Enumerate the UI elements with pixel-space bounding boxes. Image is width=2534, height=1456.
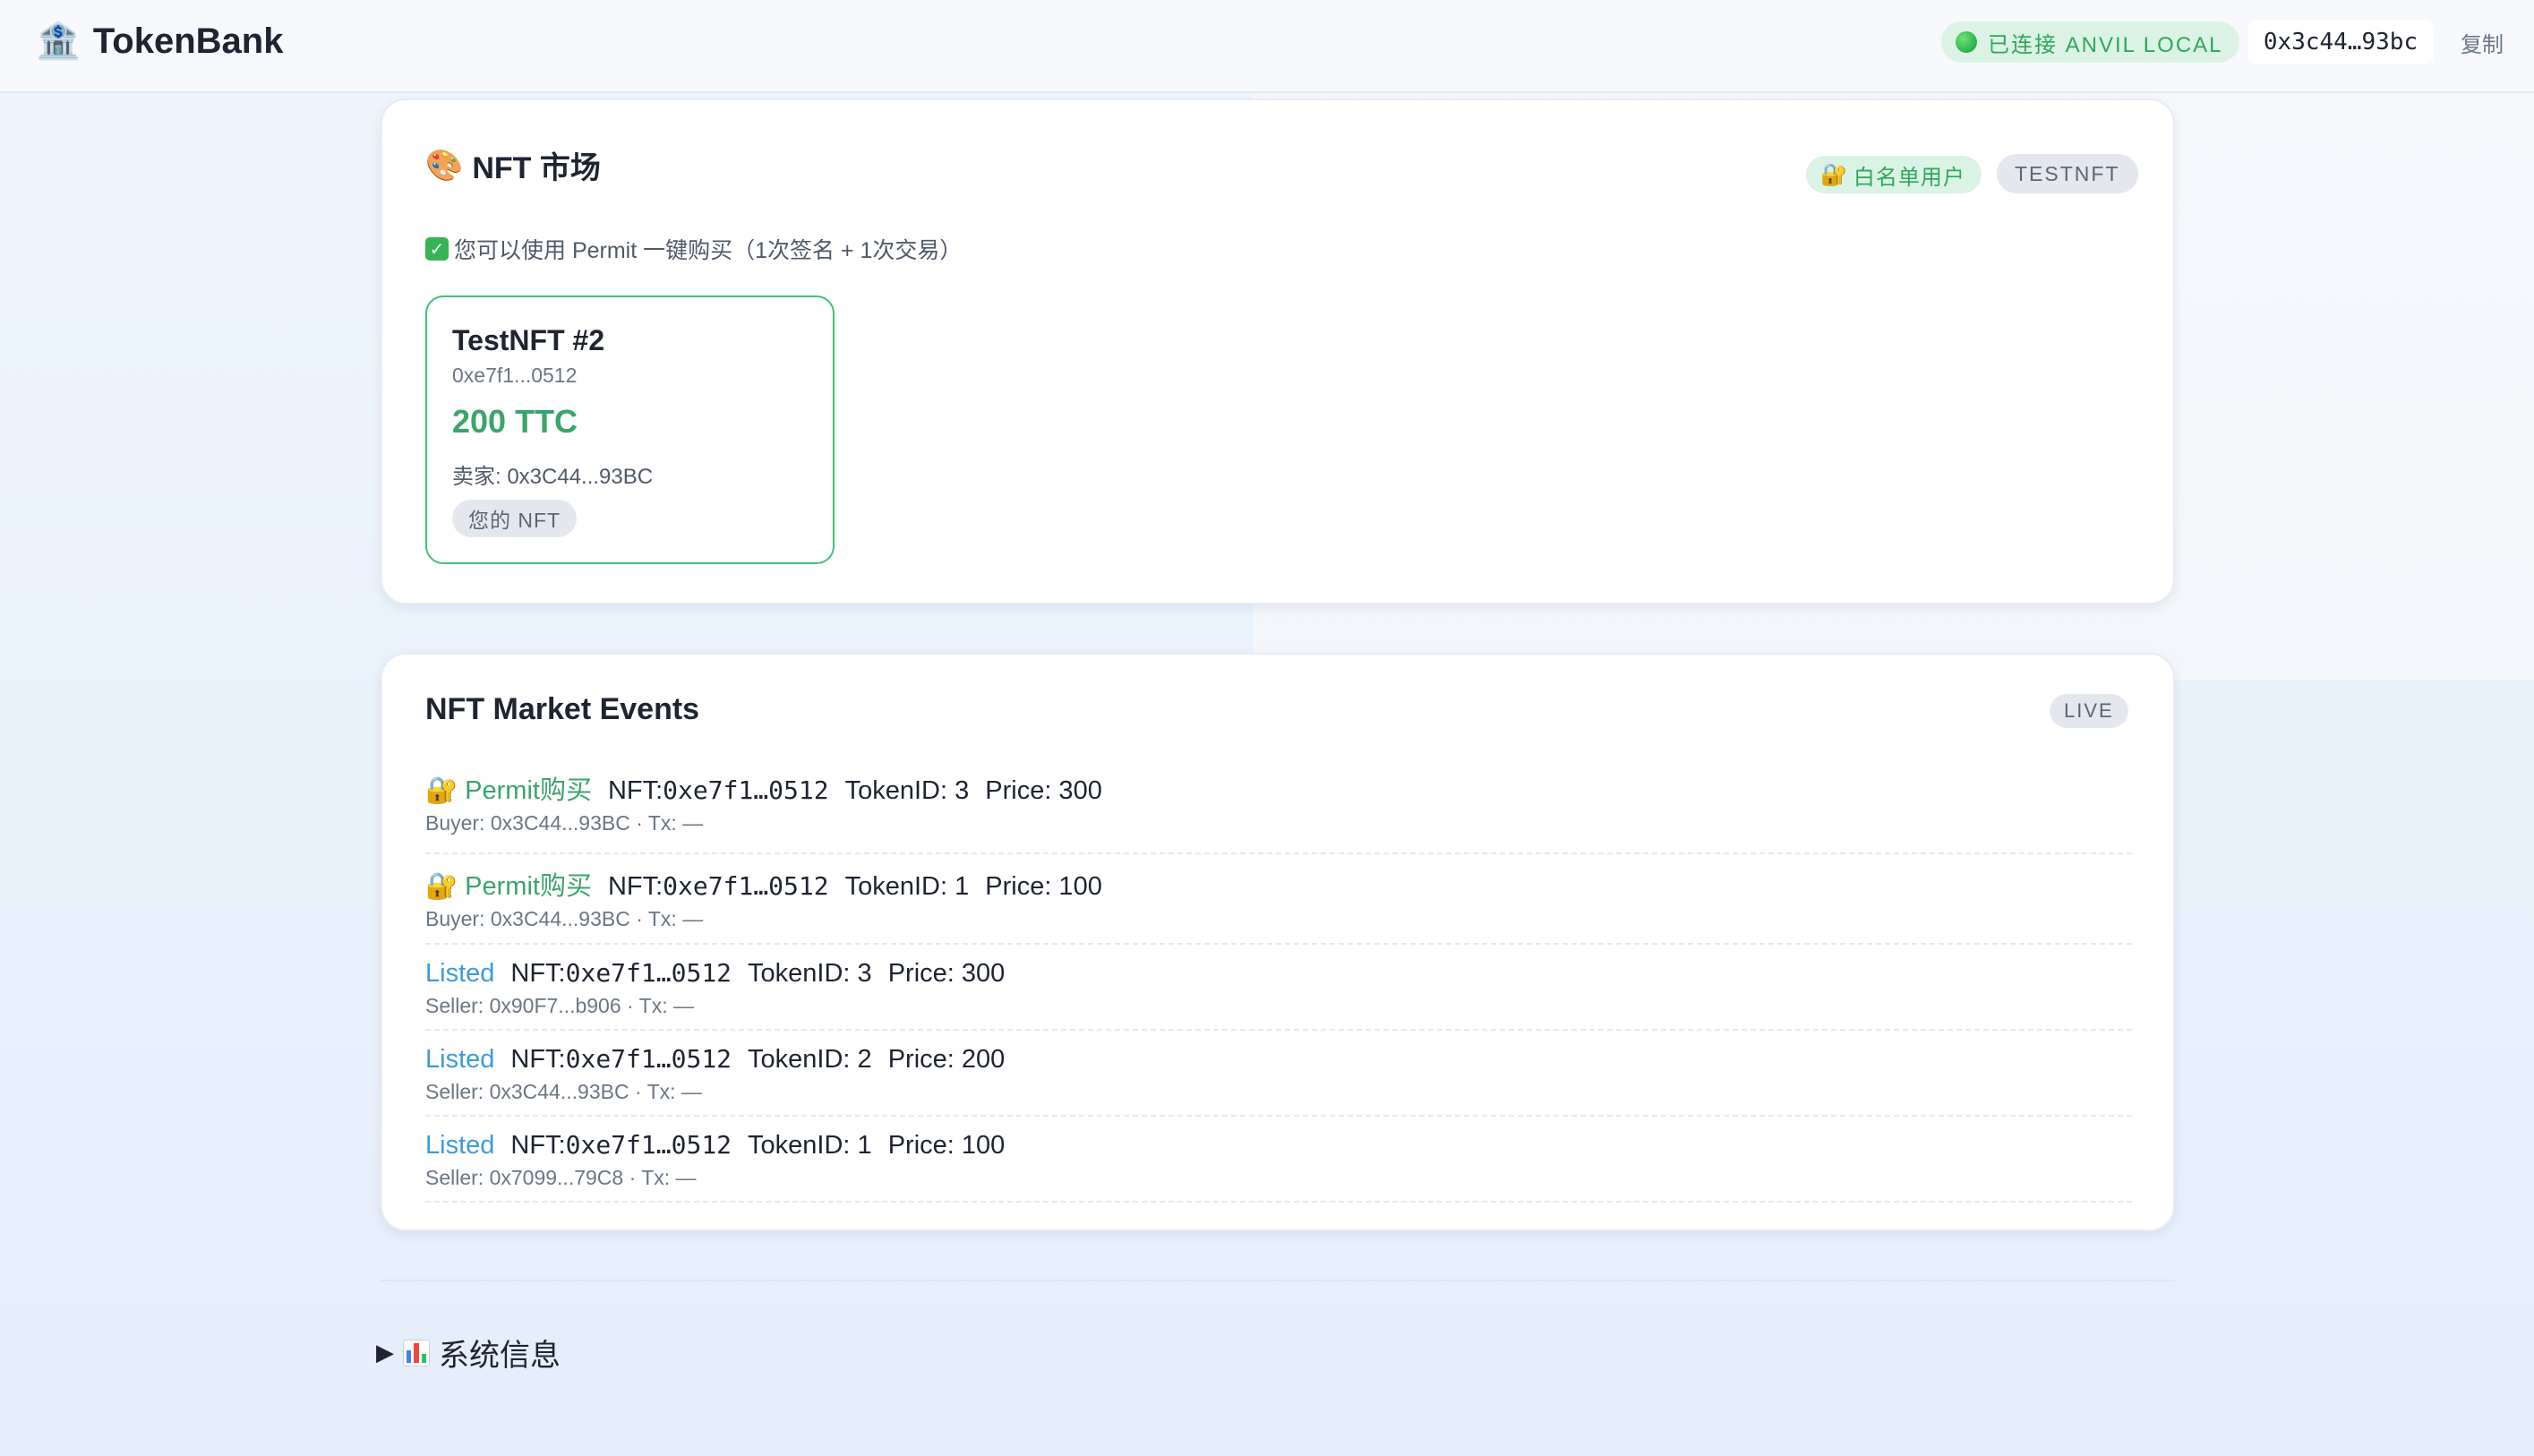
system-info-toggle[interactable]: ▶ 系统信息 <box>376 1331 561 1375</box>
whitelist-badge-text: 白名单用户 <box>1853 165 1965 190</box>
event-token: TokenID: 2 <box>748 1045 872 1074</box>
event-detail: Seller: 0x3C44...93BC · Tx: — <box>425 1080 702 1103</box>
event-nft-label: NFT: <box>510 1131 566 1160</box>
event-price: Price: 300 <box>985 776 1102 805</box>
bar-chart-icon <box>403 1339 430 1366</box>
event-kind: Listed <box>425 1131 495 1160</box>
market-title: 🎨 NFT 市场 <box>425 143 601 187</box>
live-badge: LIVE <box>2050 694 2128 728</box>
nft-contract: 0xe7f1...0512 <box>452 364 578 387</box>
event-kind: 🔐 Permit购买 <box>425 872 592 901</box>
event-row: Listed NFT: 0xe7f1…0512 TokenID: 2 Price… <box>425 1031 2132 1117</box>
palette-icon: 🎨 <box>425 148 464 183</box>
event-nft: 0xe7f1…0512 <box>663 775 829 805</box>
event-detail: Buyer: 0x3C44...93BC · Tx: — <box>425 811 704 835</box>
nft-listing-card[interactable]: TestNFT #2 0xe7f1...0512 200 TTC 卖家: 0x3… <box>425 295 835 564</box>
account-address: 0x3c44…93bc <box>2247 20 2434 64</box>
event-kind: Listed <box>425 1045 495 1074</box>
connection-status-text: 已连接 ANVIL LOCAL <box>1988 32 2223 57</box>
event-nft: 0xe7f1…0512 <box>565 958 732 988</box>
event-nft: 0xe7f1…0512 <box>565 1044 732 1074</box>
triangle-right-icon: ▶ <box>376 1339 394 1366</box>
event-row: Listed NFT: 0xe7f1…0512 TokenID: 3 Price… <box>425 945 2132 1031</box>
event-nft-label: NFT: <box>607 872 663 901</box>
event-nft: 0xe7f1…0512 <box>565 1130 732 1160</box>
event-token: TokenID: 1 <box>844 872 970 901</box>
permit-note: ✓ 您可以使用 Permit 一键购买（1次签名 + 1次交易） <box>425 233 962 265</box>
collection-badge: TESTNFT <box>1997 154 2138 193</box>
event-token: TokenID: 3 <box>748 959 872 988</box>
event-price: Price: 100 <box>985 872 1102 901</box>
connected-dot-icon <box>1956 31 1977 53</box>
permit-note-text: 您可以使用 Permit 一键购买（1次签名 + 1次交易） <box>454 238 963 263</box>
event-token: TokenID: 3 <box>844 776 970 805</box>
event-price: Price: 200 <box>887 1045 1006 1074</box>
connection-status-badge: 已连接 ANVIL LOCAL <box>1941 21 2239 63</box>
event-detail: Seller: 0x90F7...b906 · Tx: — <box>425 994 694 1017</box>
event-row: 🔐 Permit购买 NFT: 0xe7f1…0512 TokenID: 3 P… <box>425 766 2132 854</box>
whitelist-badge: 🔐 白名单用户 <box>1806 156 1982 193</box>
system-info-label: 系统信息 <box>439 1339 561 1373</box>
event-nft-label: NFT: <box>607 776 663 805</box>
event-detail: Seller: 0x7099...79C8 · Tx: — <box>425 1166 697 1189</box>
nft-name: TestNFT #2 <box>452 324 605 356</box>
nft-market-card: 🎨 NFT 市场 🔐 白名单用户 TESTNFT ✓ 您可以使用 Permit … <box>381 98 2175 604</box>
event-price: Price: 100 <box>887 1131 1006 1160</box>
nft-seller: 卖家: 0x3C44...93BC <box>452 465 654 489</box>
event-kind: Listed <box>425 959 495 988</box>
event-token: TokenID: 1 <box>748 1131 872 1160</box>
event-price: Price: 300 <box>887 959 1006 988</box>
nft-price: 200 TTC <box>452 403 578 440</box>
check-icon: ✓ <box>425 237 449 261</box>
market-title-text: NFT 市场 <box>472 151 601 185</box>
event-nft: 0xe7f1…0512 <box>663 871 829 901</box>
events-title: NFT Market Events <box>425 692 700 726</box>
owner-tag: 您的 NFT <box>452 500 578 537</box>
event-list: 🔐 Permit购买 NFT: 0xe7f1…0512 TokenID: 3 P… <box>425 766 2132 1203</box>
bank-icon: 🏦 <box>36 21 81 61</box>
event-nft-label: NFT: <box>510 1045 566 1074</box>
event-detail: Buyer: 0x3C44...93BC · Tx: — <box>425 907 704 930</box>
section-divider <box>381 1280 2175 1281</box>
lock-icon: 🔐 <box>1820 162 1848 187</box>
top-bar: 🏦 TokenBank 已连接 ANVIL LOCAL 0x3c44…93bc … <box>0 0 2534 93</box>
market-events-card: NFT Market Events LIVE 🔐 Permit购买 NFT: 0… <box>381 653 2175 1231</box>
event-kind: 🔐 Permit购买 <box>425 776 592 805</box>
event-row: 🔐 Permit购买 NFT: 0xe7f1…0512 TokenID: 1 P… <box>425 854 2132 945</box>
event-nft-label: NFT: <box>510 959 566 988</box>
brand: 🏦 TokenBank <box>36 20 283 63</box>
brand-title: TokenBank <box>92 21 284 61</box>
event-row: Listed NFT: 0xe7f1…0512 TokenID: 1 Price… <box>425 1117 2132 1203</box>
copy-address-button[interactable]: 复制 <box>2461 27 2504 58</box>
